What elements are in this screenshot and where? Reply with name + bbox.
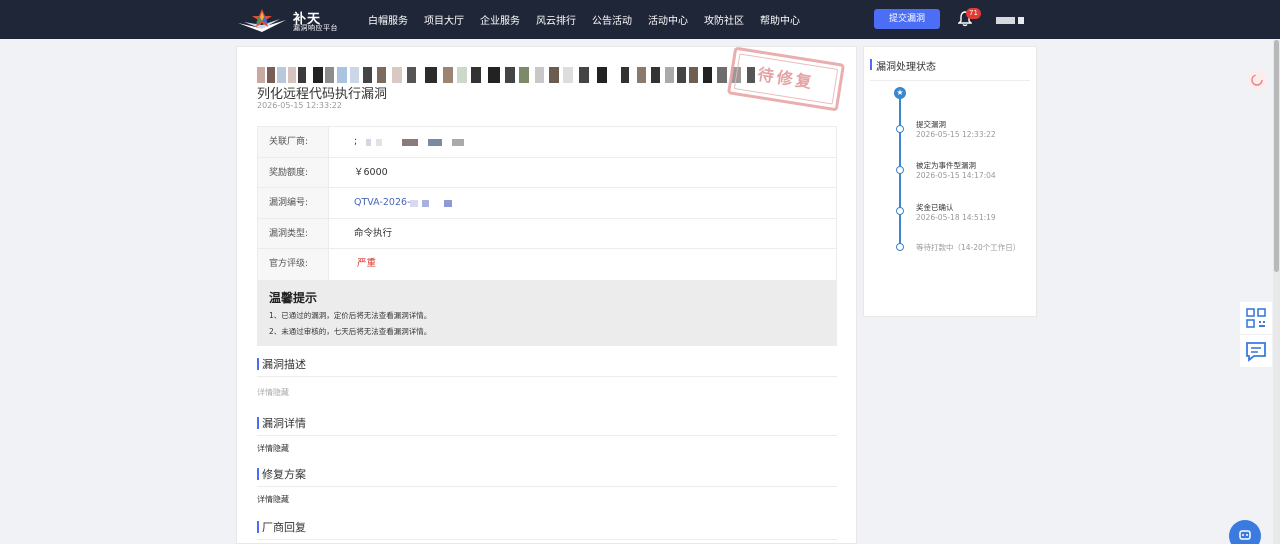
vendor-redacted	[366, 139, 371, 146]
vuln-id-redacted	[444, 200, 452, 208]
section-description-body: 详情隐藏	[257, 388, 289, 397]
section-description-title: 漏洞描述	[262, 358, 306, 371]
vuln-type-label: 漏洞类型:	[258, 218, 329, 249]
timeline-step-time: 2026-05-18 14:51:19	[916, 213, 996, 222]
vuln-type-value: 命令执行	[354, 227, 393, 239]
rating-value: 严重	[357, 258, 377, 270]
feedback-button[interactable]	[1240, 335, 1272, 367]
vendor-redacted	[402, 139, 418, 146]
username-redacted	[996, 17, 1015, 24]
tips-title: 温馨提示	[269, 291, 318, 305]
info-row-type: 漏洞类型: 命令执行	[258, 218, 836, 250]
qr-code-icon	[1246, 308, 1266, 328]
qr-code-button[interactable]	[1240, 302, 1272, 334]
page-scrollbar-thumb[interactable]	[1274, 40, 1279, 272]
top-navbar: 补天 漏洞响应平台 白帽服务 项目大厅 企业服务 风云排行 公告活动 活动中心 …	[0, 0, 1280, 39]
float-avatar-button[interactable]	[1247, 70, 1267, 90]
status-panel: 漏洞处理状态 ★ 提交漏洞 2026-05-15 12:33:22 被定为事件型…	[863, 46, 1037, 317]
vulnerability-title: 列化远程代码执行漏洞	[257, 87, 388, 102]
section-accent-bar	[257, 521, 259, 533]
info-row-rating: 官方评级: 严重	[258, 249, 836, 280]
timeline-dot	[896, 125, 904, 133]
tips-line-2: 2、未通过审核的，七天后将无法查看漏洞详情。	[269, 327, 432, 336]
timeline-dot	[896, 207, 904, 215]
section-details-header: 漏洞详情	[257, 412, 837, 436]
status-stamp: 待修复	[726, 47, 846, 112]
vendor-redacted	[376, 139, 382, 146]
reward-label: 奖励额度:	[258, 157, 329, 188]
nav-item-community[interactable]: 攻防社区	[704, 12, 744, 27]
timeline-step-title: 提交漏洞	[916, 120, 946, 129]
timeline-step-title: 等待打款中（14-20个工作日）	[916, 243, 1021, 252]
info-row-vendor: 关联厂商: ;	[258, 127, 836, 158]
refresh-icon	[1251, 74, 1263, 86]
section-accent-bar	[257, 358, 259, 370]
nav-item-enterprise-services[interactable]: 企业服务	[480, 12, 520, 27]
section-details-body: 详情隐藏	[257, 444, 289, 453]
vuln-id-redacted	[422, 200, 429, 208]
vuln-id-value[interactable]: QTVA-2026-	[354, 188, 411, 218]
timeline-step-title: 被定为事件型漏洞	[916, 161, 976, 170]
section-accent-bar	[257, 417, 259, 429]
user-menu[interactable]	[996, 17, 1028, 24]
section-accent-bar	[257, 468, 259, 480]
info-row-id: 漏洞编号: QTVA-2026-	[258, 188, 836, 219]
username-redacted-tail	[1018, 17, 1024, 24]
vendor-redacted	[452, 139, 464, 146]
section-fix-header: 修复方案	[257, 463, 837, 487]
section-description-header: 漏洞描述	[257, 353, 837, 377]
vuln-id-label: 漏洞编号:	[258, 188, 329, 218]
brand-logo[interactable]: 补天 漏洞响应平台	[236, 6, 356, 34]
nav-item-whitehat-services[interactable]: 白帽服务	[368, 12, 408, 27]
timeline-dot	[896, 166, 904, 174]
timeline-step-title: 奖金已确认	[916, 203, 954, 212]
section-details-title: 漏洞详情	[262, 417, 306, 430]
submission-date: 2026-05-15 12:33:22	[257, 101, 342, 110]
tips-box: 温馨提示 1、已通过的漏洞，定价后将无法查看漏洞详情。 2、未通过审核的，七天后…	[257, 280, 837, 346]
brand-subtitle: 漏洞响应平台	[293, 24, 338, 32]
stamp-border	[733, 53, 839, 105]
status-accent-bar	[870, 59, 872, 70]
status-panel-title: 漏洞处理状态	[876, 62, 936, 73]
vuln-id-redacted	[410, 200, 418, 208]
vendor-redacted	[428, 139, 442, 146]
nav-item-announcements[interactable]: 公告活动	[592, 12, 632, 27]
timeline-step-time: 2026-05-15 14:17:04	[916, 171, 996, 180]
timeline-dot	[896, 243, 904, 251]
info-row-reward: 奖励额度: ￥6000	[258, 157, 836, 189]
reward-value: ￥6000	[354, 166, 388, 178]
timeline-start-star-icon: ★	[894, 87, 906, 99]
timeline-step-time: 2026-05-15 12:33:22	[916, 130, 996, 139]
notification-badge: 71	[966, 8, 981, 19]
section-fix-body: 详情隐藏	[257, 495, 289, 504]
submit-vulnerability-button[interactable]: 提交漏洞	[874, 9, 940, 29]
rating-label: 官方评级:	[258, 249, 329, 280]
section-vendor-reply-title: 厂商回复	[262, 521, 306, 534]
vendor-label: 关联厂商:	[258, 127, 329, 157]
chat-icon	[1246, 342, 1266, 362]
nav-item-help-center[interactable]: 帮助中心	[760, 12, 800, 27]
section-vendor-reply-header: 厂商回复	[257, 516, 837, 540]
nav-item-ranking[interactable]: 风云排行	[536, 12, 576, 27]
assistant-fab-button[interactable]	[1229, 520, 1261, 544]
robot-icon	[1239, 530, 1251, 540]
title-redacted	[257, 67, 757, 83]
logo-mark-icon	[238, 9, 286, 32]
vendor-value: ;	[354, 136, 358, 147]
tips-line-1: 1、已通过的漏洞，定价后将无法查看漏洞详情。	[269, 311, 432, 320]
info-table: 关联厂商: ; 奖励额度: ￥6000 漏洞编号: QTVA-2026- 漏洞类…	[257, 126, 837, 281]
nav-item-activity-center[interactable]: 活动中心	[648, 12, 688, 27]
section-fix-title: 修复方案	[262, 468, 306, 481]
nav-item-project-hall[interactable]: 项目大厅	[424, 12, 464, 27]
vulnerability-detail-card: 列化远程代码执行漏洞 2026-05-15 12:33:22 待修复 关联厂商:…	[236, 46, 857, 544]
status-panel-header: 漏洞处理状态	[870, 55, 1030, 81]
